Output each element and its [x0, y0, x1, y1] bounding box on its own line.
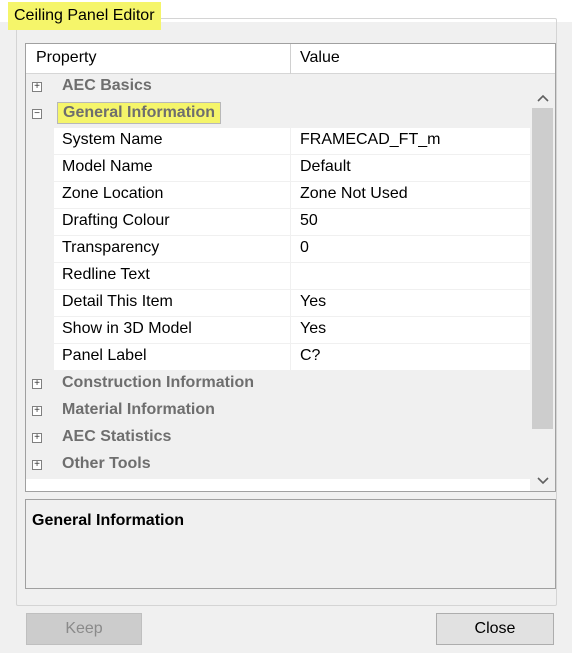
property-value[interactable]: Default	[291, 155, 530, 182]
close-button[interactable]: Close	[436, 613, 554, 645]
property-name: Model Name	[54, 155, 290, 182]
category-aec-basics[interactable]: + AEC Basics	[26, 74, 530, 101]
row-gutter	[26, 317, 54, 344]
collapse-minus-icon[interactable]: −	[32, 109, 42, 119]
category-label: Material Information	[62, 401, 215, 418]
keep-button[interactable]: Keep	[26, 613, 142, 645]
property-name: Transparency	[54, 236, 290, 263]
expand-plus-icon[interactable]: +	[32, 406, 42, 416]
property-name: Drafting Colour	[54, 209, 290, 236]
row-gutter	[26, 209, 54, 236]
property-row-drafting-colour[interactable]: Drafting Colour 50	[26, 209, 530, 236]
ceiling-panel-editor-dialog: Ceiling Panel Editor Property Value + AE…	[0, 0, 572, 653]
category-aec-statistics[interactable]: + AEC Statistics	[26, 425, 530, 452]
property-name: System Name	[54, 128, 290, 155]
row-gutter	[26, 263, 54, 290]
property-row-panel-label[interactable]: Panel Label C?	[26, 344, 530, 371]
row-gutter	[26, 344, 54, 371]
property-name: Redline Text	[54, 263, 290, 290]
property-column-header[interactable]: Property	[36, 49, 96, 67]
category-label: AEC Statistics	[62, 428, 172, 445]
category-general-information[interactable]: − General Information	[26, 101, 530, 128]
property-name: Panel Label	[54, 344, 290, 371]
property-name: Zone Location	[54, 182, 290, 209]
property-row-system-name[interactable]: System Name FRAMECAD_FT_m	[26, 128, 530, 155]
row-gutter	[26, 182, 54, 209]
expand-plus-icon[interactable]: +	[32, 379, 42, 389]
category-label: AEC Basics	[62, 77, 152, 94]
description-title: General Information	[32, 512, 185, 529]
property-value[interactable]: C?	[291, 344, 530, 371]
property-grid: Property Value + AEC Basics − General In…	[25, 43, 556, 492]
property-value[interactable]: 0	[291, 236, 530, 263]
row-gutter	[26, 290, 54, 317]
property-value[interactable]: Yes	[291, 290, 530, 317]
row-gutter	[26, 128, 54, 155]
property-row-show-in-3d-model[interactable]: Show in 3D Model Yes	[26, 317, 530, 344]
property-value[interactable]	[291, 263, 530, 290]
category-other-tools[interactable]: + Other Tools	[26, 452, 530, 479]
property-row-redline-text[interactable]: Redline Text	[26, 263, 530, 290]
category-label: Construction Information	[62, 374, 254, 391]
vertical-scrollbar[interactable]	[530, 74, 555, 491]
property-value[interactable]: Zone Not Used	[291, 182, 530, 209]
row-gutter	[26, 155, 54, 182]
grid-header: Property Value	[26, 44, 555, 74]
description-panel: General Information	[25, 499, 556, 589]
row-gutter	[26, 236, 54, 263]
property-name: Detail This Item	[54, 290, 290, 317]
property-row-zone-location[interactable]: Zone Location Zone Not Used	[26, 182, 530, 209]
property-name: Show in 3D Model	[54, 317, 290, 344]
property-value[interactable]: 50	[291, 209, 530, 236]
scrollbar-thumb[interactable]	[532, 108, 553, 429]
property-row-detail-this-item[interactable]: Detail This Item Yes	[26, 290, 530, 317]
expand-plus-icon[interactable]: +	[32, 460, 42, 470]
grid-rows: + AEC Basics − General Information Syste…	[26, 74, 530, 479]
category-material-information[interactable]: + Material Information	[26, 398, 530, 425]
chevron-down-icon[interactable]	[530, 469, 555, 491]
category-label: General Information	[57, 102, 222, 124]
property-row-model-name[interactable]: Model Name Default	[26, 155, 530, 182]
value-column-header[interactable]: Value	[300, 49, 340, 67]
dialog-title: Ceiling Panel Editor	[8, 2, 161, 30]
property-value[interactable]: Yes	[291, 317, 530, 344]
expand-plus-icon[interactable]: +	[32, 433, 42, 443]
category-construction-information[interactable]: + Construction Information	[26, 371, 530, 398]
chevron-up-icon[interactable]	[530, 86, 555, 108]
property-value[interactable]: FRAMECAD_FT_m	[291, 128, 530, 155]
property-row-transparency[interactable]: Transparency 0	[26, 236, 530, 263]
column-divider[interactable]	[290, 44, 291, 74]
expand-plus-icon[interactable]: +	[32, 82, 42, 92]
category-label: Other Tools	[62, 455, 151, 472]
